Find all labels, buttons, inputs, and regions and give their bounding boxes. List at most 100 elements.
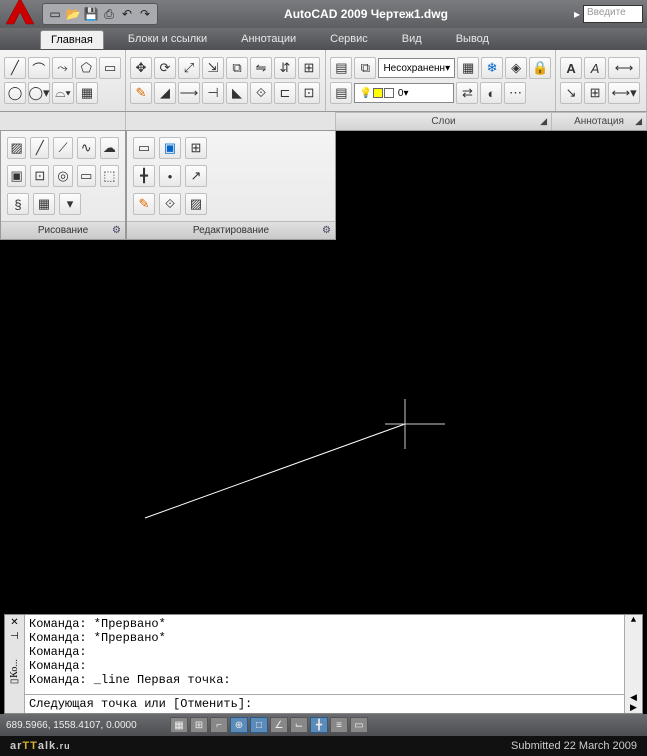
layer-manager-icon[interactable]: ▤ <box>330 82 352 104</box>
leader-icon[interactable]: ↘ <box>560 82 582 104</box>
gear-icon[interactable]: ⚙ <box>112 225 121 236</box>
dim-dd-icon[interactable]: ⟷▾ <box>608 82 640 104</box>
polyline-icon[interactable]: ⤳ <box>52 57 74 79</box>
dyn-toggle[interactable]: ╋ <box>310 717 328 733</box>
spline-icon[interactable]: ∿ <box>77 137 96 159</box>
qp-toggle[interactable]: ▭ <box>350 717 368 733</box>
tab-main[interactable]: Главная <box>40 30 104 49</box>
command-scrollbar[interactable]: ▲ ◀ ▶ <box>624 615 642 713</box>
circle-icon[interactable]: ◯ <box>4 82 26 104</box>
3dpoly-icon[interactable]: ⬚ <box>100 165 119 187</box>
layer-freeze-icon[interactable]: ❄ <box>481 57 503 79</box>
qat-open-icon[interactable]: 📂 <box>65 6 81 22</box>
mirror-icon[interactable]: ⇋ <box>250 57 272 79</box>
dim-linear-icon[interactable]: ⟷ <box>608 57 640 79</box>
otrack-toggle[interactable]: ∠ <box>270 717 288 733</box>
line-icon[interactable]: ╱ <box>4 57 26 79</box>
trim-icon[interactable]: ✎ <box>130 82 152 104</box>
scroll-right-icon[interactable]: ▶ <box>630 703 637 713</box>
splinedit-icon[interactable]: ⟐ <box>159 193 181 215</box>
qselect-icon[interactable]: ▣ <box>159 137 181 159</box>
hatch-icon[interactable]: ▦ <box>76 82 98 104</box>
qat-save-icon[interactable]: 💾 <box>83 6 99 22</box>
extend-icon[interactable]: ⟶ <box>178 82 200 104</box>
text-icon[interactable]: A <box>560 57 582 79</box>
mtext-icon[interactable]: A <box>584 57 606 79</box>
qat-undo-icon[interactable]: ↶ <box>119 6 135 22</box>
table-icon[interactable]: ⊞ <box>584 82 606 104</box>
layer-iso-icon[interactable]: ▦ <box>457 57 479 79</box>
measure-icon[interactable]: ↗ <box>185 165 207 187</box>
scroll-left-icon[interactable]: ◀ <box>630 693 637 703</box>
fillet-icon[interactable]: ◢ <box>154 82 176 104</box>
scroll-up-icon[interactable]: ▲ <box>631 615 636 625</box>
qat-redo-icon[interactable]: ↷ <box>137 6 153 22</box>
boundary-icon[interactable]: ⊡ <box>30 165 49 187</box>
point-icon[interactable]: ▾ <box>59 193 81 215</box>
tab-view[interactable]: Вид <box>392 30 432 48</box>
layer-prev-icon[interactable]: ◐ <box>480 82 502 104</box>
dock-icon[interactable]: ⊣ <box>10 631 19 643</box>
tab-annotations[interactable]: Аннотации <box>231 30 306 48</box>
join-icon[interactable]: ⊏ <box>274 82 296 104</box>
layer-states-icon[interactable]: ⧉ <box>354 57 376 79</box>
select-icon[interactable]: ▭ <box>133 137 155 159</box>
panel-title-draw[interactable]: Рисование⚙ <box>1 221 125 239</box>
command-input[interactable]: Следующая точка или [Отменить]: <box>25 694 624 713</box>
group-icon[interactable]: ⊞ <box>185 137 207 159</box>
layer-match-icon[interactable]: ⇄ <box>456 82 478 104</box>
lengthen-icon[interactable]: • <box>159 165 181 187</box>
mirror2-icon[interactable]: ⇵ <box>274 57 296 79</box>
polar-toggle[interactable]: ⊕ <box>230 717 248 733</box>
revcloud-icon[interactable]: ☁ <box>100 137 119 159</box>
move-icon[interactable]: ✥ <box>130 57 152 79</box>
stretch-icon[interactable]: ⇲ <box>202 57 224 79</box>
pedit-icon[interactable]: ✎ <box>133 193 155 215</box>
offset-icon[interactable]: ⟐ <box>250 82 272 104</box>
osnap-toggle[interactable]: □ <box>250 717 268 733</box>
layer-off-icon[interactable]: ◈ <box>505 57 527 79</box>
close-icon[interactable]: ✕ <box>10 617 18 629</box>
scale-icon[interactable]: ⤢ <box>178 57 200 79</box>
qat-print-icon[interactable]: ⎙ <box>101 6 117 22</box>
region-icon[interactable]: ▣ <box>7 165 26 187</box>
helix-icon[interactable]: § <box>7 193 29 215</box>
ducs-toggle[interactable]: ⌙ <box>290 717 308 733</box>
panel-title-annotation[interactable]: Аннотация◢ <box>552 112 647 130</box>
gear-icon[interactable]: ⚙ <box>322 225 331 236</box>
panel-title-layers[interactable]: Слои◢ <box>336 112 552 130</box>
command-palette-side[interactable]: ✕ ⊣ Ко... ▭ <box>5 615 25 713</box>
rect-icon[interactable]: ▭ <box>99 57 121 79</box>
xline-icon[interactable]: ╱ <box>30 137 49 159</box>
explode-icon[interactable]: ⊡ <box>298 82 320 104</box>
search-input[interactable]: Введите <box>583 5 643 23</box>
lwt-toggle[interactable]: ≡ <box>330 717 348 733</box>
layer-more-icon[interactable]: ⋯ <box>504 82 526 104</box>
grid-toggle[interactable]: ⊞ <box>190 717 208 733</box>
gradient-icon[interactable]: ▦ <box>33 193 55 215</box>
donut-icon[interactable]: ◎ <box>53 165 72 187</box>
app-logo[interactable] <box>2 0 38 30</box>
tab-output[interactable]: Вывод <box>446 30 499 48</box>
tab-service[interactable]: Сервис <box>320 30 378 48</box>
ellipse-dd-icon[interactable]: ◯▾ <box>28 82 50 104</box>
copy-icon[interactable]: ⧉ <box>226 57 248 79</box>
array-icon[interactable]: ⊞ <box>298 57 320 79</box>
wipeout-icon[interactable]: ▭ <box>77 165 96 187</box>
hatch2-icon[interactable]: ▨ <box>7 137 26 159</box>
panel-title-edit[interactable]: Редактирование⚙ <box>127 221 335 239</box>
layer-current-combo[interactable]: 💡 0▾ <box>354 83 454 103</box>
tab-blocks[interactable]: Блоки и ссылки <box>118 30 217 48</box>
polygon-icon[interactable]: ⬠ <box>75 57 97 79</box>
qat-new-icon[interactable]: ▭ <box>47 6 63 22</box>
snap-toggle[interactable]: ▦ <box>170 717 188 733</box>
layer-lock-icon[interactable]: 🔒 <box>529 57 551 79</box>
layer-state-combo[interactable]: Несохраненн▾ <box>378 58 455 78</box>
align-icon[interactable]: ╋ <box>133 165 155 187</box>
hatchedit-icon[interactable]: ▨ <box>185 193 207 215</box>
rotate-icon[interactable]: ⟳ <box>154 57 176 79</box>
break-icon[interactable]: ⊣ <box>202 82 224 104</box>
arc-dd-icon[interactable]: ⌓▾ <box>52 82 74 104</box>
ray-icon[interactable]: ⟋ <box>53 137 72 159</box>
chamfer-icon[interactable]: ◣ <box>226 82 248 104</box>
